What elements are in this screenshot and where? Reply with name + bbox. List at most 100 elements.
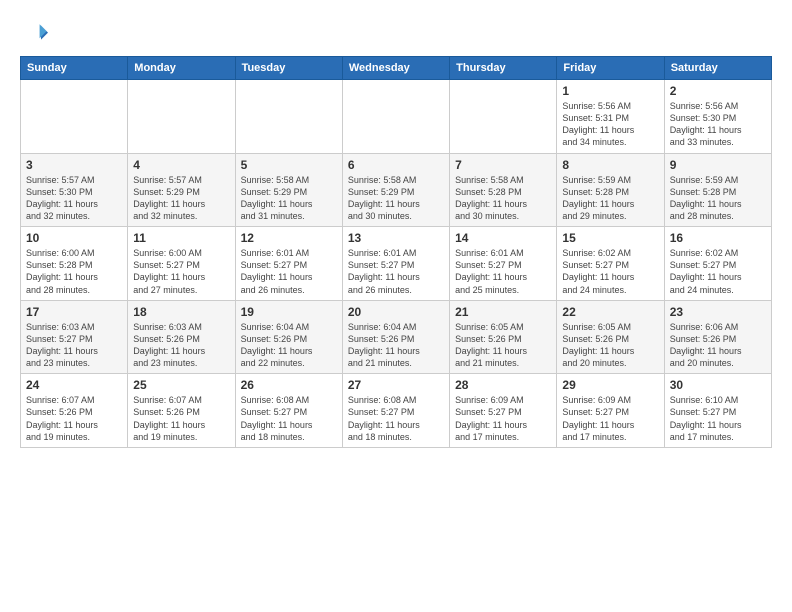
calendar-cell <box>128 80 235 154</box>
day-number: 13 <box>348 231 444 245</box>
calendar-cell: 25 Sunrise: 6:07 AMSunset: 5:26 PMDayligh… <box>128 374 235 448</box>
day-info: Sunrise: 5:58 AMSunset: 5:28 PMDaylight:… <box>455 174 551 223</box>
logo <box>20 20 52 48</box>
calendar-cell: 21 Sunrise: 6:05 AMSunset: 5:26 PMDayligh… <box>450 300 557 374</box>
day-number: 28 <box>455 378 551 392</box>
day-info: Sunrise: 6:05 AMSunset: 5:26 PMDaylight:… <box>455 321 551 370</box>
weekday-header: Thursday <box>450 57 557 80</box>
day-number: 12 <box>241 231 337 245</box>
day-info: Sunrise: 6:00 AMSunset: 5:27 PMDaylight:… <box>133 247 229 296</box>
day-number: 26 <box>241 378 337 392</box>
calendar-cell: 11 Sunrise: 6:00 AMSunset: 5:27 PMDayligh… <box>128 227 235 301</box>
day-number: 27 <box>348 378 444 392</box>
day-info: Sunrise: 6:01 AMSunset: 5:27 PMDaylight:… <box>455 247 551 296</box>
day-number: 25 <box>133 378 229 392</box>
day-number: 11 <box>133 231 229 245</box>
calendar-week-row: 24 Sunrise: 6:07 AMSunset: 5:26 PMDayligh… <box>21 374 772 448</box>
day-number: 19 <box>241 305 337 319</box>
weekday-header: Saturday <box>664 57 771 80</box>
calendar-cell: 14 Sunrise: 6:01 AMSunset: 5:27 PMDayligh… <box>450 227 557 301</box>
calendar: SundayMondayTuesdayWednesdayThursdayFrid… <box>20 56 772 448</box>
calendar-cell: 16 Sunrise: 6:02 AMSunset: 5:27 PMDayligh… <box>664 227 771 301</box>
calendar-cell: 24Sunrise: 6:07 AMSunset: 5:26 PMDayligh… <box>21 374 128 448</box>
calendar-cell: 6 Sunrise: 5:58 AMSunset: 5:29 PMDaylight… <box>342 153 449 227</box>
calendar-cell: 9 Sunrise: 5:59 AMSunset: 5:28 PMDaylight… <box>664 153 771 227</box>
calendar-cell <box>21 80 128 154</box>
calendar-cell: 28 Sunrise: 6:09 AMSunset: 5:27 PMDayligh… <box>450 374 557 448</box>
calendar-cell: 12 Sunrise: 6:01 AMSunset: 5:27 PMDayligh… <box>235 227 342 301</box>
logo-icon <box>20 20 48 48</box>
day-number: 22 <box>562 305 658 319</box>
day-number: 17 <box>26 305 122 319</box>
day-number: 8 <box>562 158 658 172</box>
day-info: Sunrise: 6:10 AMSunset: 5:27 PMDaylight:… <box>670 394 766 443</box>
day-number: 1 <box>562 84 658 98</box>
calendar-cell: 19 Sunrise: 6:04 AMSunset: 5:26 PMDayligh… <box>235 300 342 374</box>
day-info: Sunrise: 6:03 AMSunset: 5:26 PMDaylight:… <box>133 321 229 370</box>
day-number: 3 <box>26 158 122 172</box>
day-number: 10 <box>26 231 122 245</box>
calendar-cell: 2 Sunrise: 5:56 AMSunset: 5:30 PMDaylight… <box>664 80 771 154</box>
day-number: 30 <box>670 378 766 392</box>
day-info: Sunrise: 6:04 AMSunset: 5:26 PMDaylight:… <box>348 321 444 370</box>
day-number: 16 <box>670 231 766 245</box>
calendar-cell: 5 Sunrise: 5:58 AMSunset: 5:29 PMDaylight… <box>235 153 342 227</box>
weekday-header: Friday <box>557 57 664 80</box>
day-info: Sunrise: 5:58 AMSunset: 5:29 PMDaylight:… <box>241 174 337 223</box>
day-info: Sunrise: 6:03 AMSunset: 5:27 PMDaylight:… <box>26 321 122 370</box>
calendar-cell <box>342 80 449 154</box>
calendar-cell: 8 Sunrise: 5:59 AMSunset: 5:28 PMDaylight… <box>557 153 664 227</box>
day-number: 15 <box>562 231 658 245</box>
calendar-week-row: 3 Sunrise: 5:57 AMSunset: 5:30 PMDaylight… <box>21 153 772 227</box>
day-info: Sunrise: 5:56 AMSunset: 5:31 PMDaylight:… <box>562 100 658 149</box>
day-info: Sunrise: 6:07 AMSunset: 5:26 PMDaylight:… <box>133 394 229 443</box>
day-info: Sunrise: 5:56 AMSunset: 5:30 PMDaylight:… <box>670 100 766 149</box>
calendar-week-row: 1 Sunrise: 5:56 AMSunset: 5:31 PMDaylight… <box>21 80 772 154</box>
weekday-header: Sunday <box>21 57 128 80</box>
calendar-cell: 30 Sunrise: 6:10 AMSunset: 5:27 PMDayligh… <box>664 374 771 448</box>
calendar-week-row: 17 Sunrise: 6:03 AMSunset: 5:27 PMDayligh… <box>21 300 772 374</box>
day-info: Sunrise: 5:57 AMSunset: 5:29 PMDaylight:… <box>133 174 229 223</box>
day-info: Sunrise: 5:57 AMSunset: 5:30 PMDaylight:… <box>26 174 122 223</box>
day-number: 20 <box>348 305 444 319</box>
calendar-cell: 4 Sunrise: 5:57 AMSunset: 5:29 PMDaylight… <box>128 153 235 227</box>
day-number: 6 <box>348 158 444 172</box>
calendar-cell: 10 Sunrise: 6:00 AMSunset: 5:28 PMDayligh… <box>21 227 128 301</box>
day-info: Sunrise: 6:05 AMSunset: 5:26 PMDaylight:… <box>562 321 658 370</box>
calendar-cell: 15 Sunrise: 6:02 AMSunset: 5:27 PMDayligh… <box>557 227 664 301</box>
day-info: Sunrise: 6:02 AMSunset: 5:27 PMDaylight:… <box>562 247 658 296</box>
day-info: Sunrise: 6:09 AMSunset: 5:27 PMDaylight:… <box>562 394 658 443</box>
day-info: Sunrise: 6:02 AMSunset: 5:27 PMDaylight:… <box>670 247 766 296</box>
day-number: 14 <box>455 231 551 245</box>
calendar-cell: 22 Sunrise: 6:05 AMSunset: 5:26 PMDayligh… <box>557 300 664 374</box>
calendar-week-row: 10 Sunrise: 6:00 AMSunset: 5:28 PMDayligh… <box>21 227 772 301</box>
weekday-header: Monday <box>128 57 235 80</box>
day-number: 21 <box>455 305 551 319</box>
day-info: Sunrise: 5:58 AMSunset: 5:29 PMDaylight:… <box>348 174 444 223</box>
calendar-cell: 17 Sunrise: 6:03 AMSunset: 5:27 PMDayligh… <box>21 300 128 374</box>
day-info: Sunrise: 6:00 AMSunset: 5:28 PMDaylight:… <box>26 247 122 296</box>
day-number: 9 <box>670 158 766 172</box>
header <box>20 16 772 48</box>
weekday-header: Wednesday <box>342 57 449 80</box>
day-info: Sunrise: 6:01 AMSunset: 5:27 PMDaylight:… <box>241 247 337 296</box>
day-number: 5 <box>241 158 337 172</box>
day-info: Sunrise: 6:04 AMSunset: 5:26 PMDaylight:… <box>241 321 337 370</box>
day-info: Sunrise: 6:06 AMSunset: 5:26 PMDaylight:… <box>670 321 766 370</box>
day-info: Sunrise: 5:59 AMSunset: 5:28 PMDaylight:… <box>562 174 658 223</box>
calendar-cell: 20 Sunrise: 6:04 AMSunset: 5:26 PMDayligh… <box>342 300 449 374</box>
calendar-cell: 23 Sunrise: 6:06 AMSunset: 5:26 PMDayligh… <box>664 300 771 374</box>
calendar-header-row: SundayMondayTuesdayWednesdayThursdayFrid… <box>21 57 772 80</box>
day-number: 4 <box>133 158 229 172</box>
calendar-cell <box>450 80 557 154</box>
day-number: 29 <box>562 378 658 392</box>
day-info: Sunrise: 5:59 AMSunset: 5:28 PMDaylight:… <box>670 174 766 223</box>
day-number: 23 <box>670 305 766 319</box>
calendar-cell: 18 Sunrise: 6:03 AMSunset: 5:26 PMDayligh… <box>128 300 235 374</box>
day-info: Sunrise: 6:09 AMSunset: 5:27 PMDaylight:… <box>455 394 551 443</box>
day-number: 2 <box>670 84 766 98</box>
day-number: 24 <box>26 378 122 392</box>
page: SundayMondayTuesdayWednesdayThursdayFrid… <box>0 0 792 464</box>
day-number: 18 <box>133 305 229 319</box>
calendar-cell: 3 Sunrise: 5:57 AMSunset: 5:30 PMDaylight… <box>21 153 128 227</box>
